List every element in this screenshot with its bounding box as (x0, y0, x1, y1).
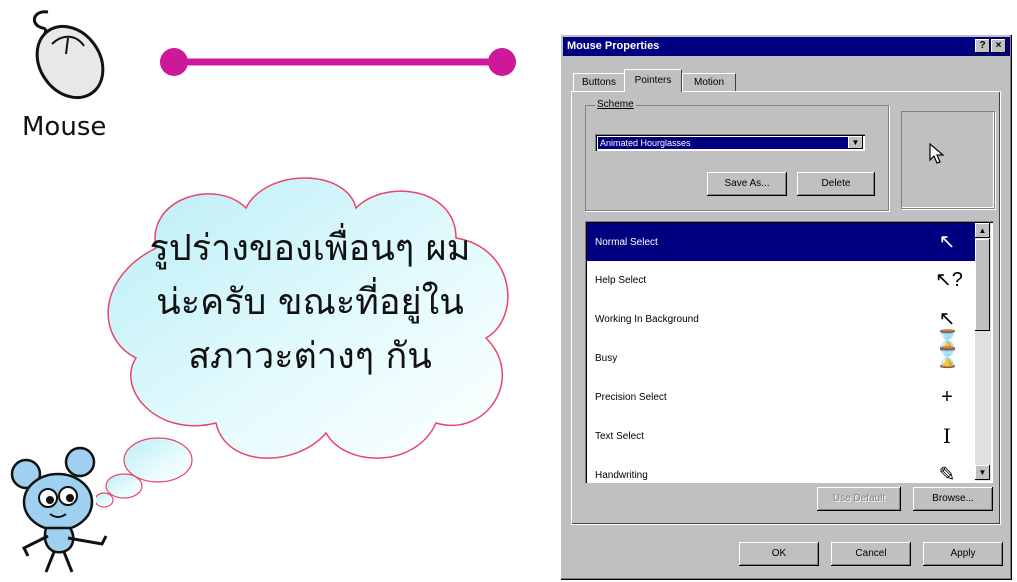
apply-button[interactable]: Apply (923, 542, 1003, 566)
list-scrollbar[interactable]: ▲ ▼ (975, 223, 991, 481)
scheme-dropdown[interactable]: Animated Hourglasses ▼ (595, 134, 865, 151)
pen-cursor-icon: ✎ (938, 464, 956, 483)
list-item[interactable]: Working In Background ↖⌛ (587, 300, 975, 352)
cursor-row-label: Help Select (595, 275, 647, 286)
cloud-line: น่ะครับ ขณะที่อยู่ใน (156, 282, 464, 323)
cloud-line: รูปร่างของเพื่อนๆ ผม (149, 228, 471, 269)
browse-button[interactable]: Browse... (913, 487, 993, 511)
list-item[interactable]: Precision Select + (587, 378, 975, 416)
tab-motion[interactable]: Motion (682, 73, 736, 92)
delete-button[interactable]: Delete (797, 172, 875, 196)
cursor-row-label: Busy (595, 353, 618, 364)
list-item[interactable]: Text Select I (587, 417, 975, 455)
cursor-row-label: Precision Select (595, 392, 667, 403)
dialog-titlebar[interactable]: Mouse Properties ? × (563, 37, 1010, 56)
connector-line (160, 48, 516, 76)
list-item[interactable]: Handwriting ✎ (587, 456, 975, 483)
arrow-cursor-icon: ↖ (938, 231, 956, 253)
save-as-button[interactable]: Save As... (707, 172, 787, 196)
cursor-row-label: Text Select (595, 431, 644, 442)
dropdown-arrow-icon[interactable]: ▼ (848, 136, 863, 149)
mouse-icon (32, 10, 105, 100)
cursor-list[interactable]: Normal Select ↖ Help Select ↖? Working I… (585, 221, 993, 483)
list-item[interactable]: Normal Select ↖ (587, 223, 975, 261)
mouse-caption: Mouse (22, 112, 107, 142)
mascot-icon (10, 446, 108, 573)
cursor-row-label: Handwriting (595, 470, 648, 481)
dialog-title: Mouse Properties (567, 40, 660, 52)
scroll-thumb[interactable] (975, 239, 990, 331)
list-item[interactable]: Busy ⌛ (587, 339, 975, 377)
scroll-up-icon[interactable]: ▲ (975, 223, 990, 238)
help-cursor-icon: ↖? (935, 269, 963, 291)
ibeam-icon: I (943, 424, 951, 448)
scheme-selected-value: Animated Hourglasses (598, 137, 848, 149)
cancel-button[interactable]: Cancel (831, 542, 911, 566)
help-button[interactable]: ? (975, 39, 990, 53)
crosshair-icon: + (941, 386, 953, 408)
close-button[interactable]: × (991, 39, 1006, 53)
hourglass-icon: ⌛ (935, 347, 960, 369)
cloud-line: สภาวะต่างๆ กัน (188, 336, 432, 377)
use-default-button: Use Default (817, 487, 901, 511)
cloud-text: รูปร่างของเพื่อนๆ ผม น่ะครับ ขณะที่อยู่ใ… (110, 222, 510, 384)
scroll-down-icon[interactable]: ▼ (975, 465, 990, 480)
scheme-label: Scheme (595, 99, 636, 110)
list-item[interactable]: Help Select ↖? (587, 261, 975, 299)
tab-buttons[interactable]: Buttons (573, 73, 625, 92)
tab-pointers[interactable]: Pointers (624, 69, 682, 92)
mouse-properties-dialog: Mouse Properties ? × Buttons Pointers Mo… (560, 34, 1013, 581)
arrow-cursor-icon (929, 142, 945, 164)
pointer-preview (901, 111, 995, 209)
cursor-row-label: Working In Background (595, 314, 699, 325)
cursor-row-label: Normal Select (595, 237, 658, 248)
ok-button[interactable]: OK (739, 542, 819, 566)
